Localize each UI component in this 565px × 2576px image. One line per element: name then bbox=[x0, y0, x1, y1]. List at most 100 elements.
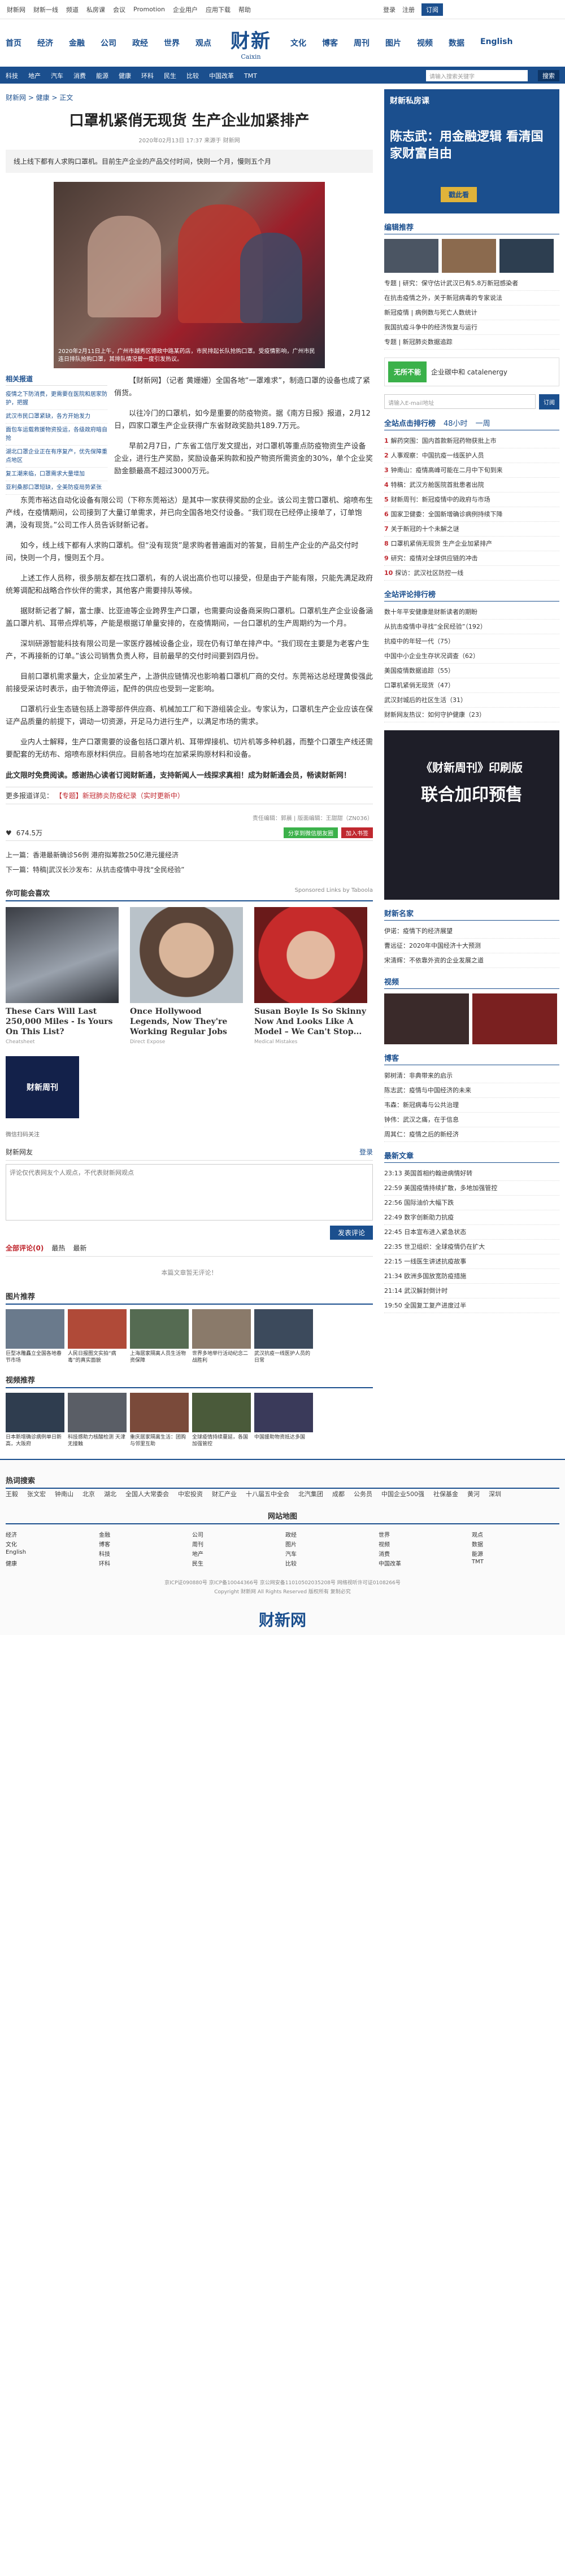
subnav-item[interactable]: 汽车 bbox=[51, 71, 63, 80]
comment-rank-item[interactable]: 抗疫中的年轻一代（75） bbox=[384, 634, 559, 649]
subscribe-button[interactable]: 订阅 bbox=[421, 3, 443, 16]
subnav-item[interactable]: 消费 bbox=[73, 71, 86, 80]
rank-tab[interactable]: 一周 bbox=[476, 417, 490, 428]
latest-item[interactable]: 22:56 国际油价大幅下跌 bbox=[384, 1196, 559, 1210]
ad-card[interactable]: These Cars Will Last 250,000 Miles - Is … bbox=[6, 907, 119, 1045]
nav-item[interactable]: 观点 bbox=[195, 37, 211, 49]
site-logo[interactable]: 财新 Caixin bbox=[217, 23, 285, 63]
columnist-item[interactable]: 伊诺：疫情下的经济展望 bbox=[384, 924, 559, 939]
subnav-item[interactable]: 能源 bbox=[96, 71, 108, 80]
nav-item[interactable]: English bbox=[480, 37, 512, 49]
sitemap-link[interactable]: 环科 bbox=[99, 1559, 186, 1567]
comment-rank-item[interactable]: 美国疫情数据追踪（55） bbox=[384, 664, 559, 678]
hot-word[interactable]: 湖北 bbox=[104, 1489, 116, 1500]
latest-item[interactable]: 22:15 一线医生讲述抗疫故事 bbox=[384, 1254, 559, 1269]
hot-word[interactable]: 全国人大常委会 bbox=[125, 1489, 169, 1500]
latest-item[interactable]: 22:35 世卫组织：全球疫情仍在扩大 bbox=[384, 1240, 559, 1254]
latest-item[interactable]: 21:34 欧洲多国放宽防疫措施 bbox=[384, 1269, 559, 1284]
sitemap-link[interactable]: 经济 bbox=[6, 1530, 93, 1538]
related-item[interactable]: 武汉市民口罩紧缺，各方开始发力 bbox=[6, 410, 107, 424]
sitemap-link[interactable]: 民生 bbox=[192, 1559, 280, 1567]
sitemap-link[interactable]: 金融 bbox=[99, 1530, 186, 1538]
tab-all[interactable]: 全部评论(0) bbox=[6, 1243, 44, 1253]
rank-item[interactable]: 6 国家卫健委：全国新增确诊病例持续下降 bbox=[384, 507, 559, 522]
ad-card[interactable]: Susan Boyle Is So Skinny Now And Looks L… bbox=[254, 907, 367, 1045]
sitemap-link[interactable]: 视频 bbox=[379, 1540, 466, 1548]
top-link-5[interactable]: Promotion bbox=[133, 6, 165, 13]
pick-thumb[interactable] bbox=[384, 239, 438, 273]
register-link[interactable]: 注册 bbox=[402, 5, 415, 14]
blog-item[interactable]: 韦森：新冠病毒与公共治理 bbox=[384, 1098, 559, 1113]
pic-card[interactable]: 世界多地举行活动纪念二战胜利 bbox=[192, 1309, 251, 1364]
breadcrumb[interactable]: 财新网 > 健康 > 正文 bbox=[6, 93, 373, 102]
sitemap-link[interactable]: 消费 bbox=[379, 1549, 466, 1558]
rank-item[interactable]: 5 财新周刊：新冠疫情中的政府与市场 bbox=[384, 492, 559, 507]
blog-item[interactable]: 周其仁：疫情之后的新经济 bbox=[384, 1127, 559, 1142]
top-link-6[interactable]: 企业用户 bbox=[173, 5, 198, 14]
nav-item[interactable]: 文化 bbox=[290, 37, 306, 49]
latest-item[interactable]: 22:45 日本宣布进入紧急状态 bbox=[384, 1225, 559, 1240]
latest-item[interactable]: 19:50 全国复工复产进度过半 bbox=[384, 1298, 559, 1313]
top-link-1[interactable]: 财新一线 bbox=[33, 5, 58, 14]
nav-item[interactable]: 经济 bbox=[37, 37, 53, 49]
search-input[interactable]: 请输入搜索关键字 bbox=[426, 70, 528, 81]
nav-item[interactable]: 数据 bbox=[449, 37, 464, 49]
pick-item[interactable]: 我国抗疫斗争中的经济恢复与运行 bbox=[384, 320, 559, 335]
subnav-item[interactable]: 民生 bbox=[164, 71, 176, 80]
sitemap-link[interactable]: 比较 bbox=[285, 1559, 373, 1567]
login-link[interactable]: 登录 bbox=[383, 5, 395, 14]
video-card[interactable]: 重庆居家隔离生活：团购与邻里互助 bbox=[130, 1393, 189, 1448]
subnav-item[interactable]: 比较 bbox=[186, 71, 199, 80]
blog-item[interactable]: 陈志武：疫情与中国经济的未来 bbox=[384, 1083, 559, 1098]
sitemap-link[interactable]: 图片 bbox=[285, 1540, 373, 1548]
next-article-link[interactable]: 下一篇：特稿|武汉长沙发布：从抗击疫情中寻找“全民经验” bbox=[6, 862, 373, 877]
top-link-0[interactable]: 财新网 bbox=[7, 5, 25, 14]
blog-item[interactable]: 钟伟：武汉之痛，在于信息 bbox=[384, 1113, 559, 1127]
nav-item[interactable]: 周刊 bbox=[354, 37, 370, 49]
hot-word[interactable]: 公务员 bbox=[354, 1489, 372, 1500]
ad-cta-button[interactable]: 戳此看 bbox=[441, 187, 477, 202]
wechat-share-button[interactable]: 分享到微信朋友圈 bbox=[284, 827, 338, 838]
sitemap-link[interactable]: 博客 bbox=[99, 1540, 186, 1548]
comment-rank-item[interactable]: 数十年平安健康是财新读者的期盼 bbox=[384, 605, 559, 620]
columnist-item[interactable]: 宋清辉：不依靠外资的企业发展之道 bbox=[384, 953, 559, 968]
related-item[interactable]: 湖北口罩企业正在有序复产，优先保障重点地区 bbox=[6, 446, 107, 468]
sitemap-link[interactable]: 地产 bbox=[192, 1549, 280, 1558]
sitemap-link[interactable]: 文化 bbox=[6, 1540, 93, 1548]
sitemap-link[interactable]: 数据 bbox=[472, 1540, 559, 1548]
ad-card[interactable]: Once Hollywood Legends, Now They're Work… bbox=[130, 907, 243, 1045]
related-item[interactable]: 复工潮来临，口罩需求大量增加 bbox=[6, 468, 107, 481]
pick-item[interactable]: 在抗击疫情之外，关于新冠病毒的专家说法 bbox=[384, 291, 559, 306]
email-subscribe-button[interactable]: 订阅 bbox=[539, 394, 559, 409]
sitemap-link[interactable]: 观点 bbox=[472, 1530, 559, 1538]
sitemap-link[interactable]: 周刊 bbox=[192, 1540, 280, 1548]
related-item[interactable]: 疫情之下防消费，更需要在医院和居家防护，把握 bbox=[6, 388, 107, 410]
video-card[interactable]: 全球疫情持续蔓延，各国加强管控 bbox=[192, 1393, 251, 1448]
hot-word[interactable]: 中国企业500强 bbox=[381, 1489, 424, 1500]
rank-item[interactable]: 1 解药突围：国内首款新冠药物获批上市 bbox=[384, 434, 559, 448]
prev-article-link[interactable]: 上一篇：香港最新确诊56例 港府拟筹款250亿港元援经济 bbox=[6, 848, 373, 862]
top-link-4[interactable]: 会议 bbox=[113, 5, 125, 14]
top-link-7[interactable]: 应用下载 bbox=[206, 5, 231, 14]
nav-item[interactable]: 图片 bbox=[385, 37, 401, 49]
subnav-item[interactable]: 环科 bbox=[141, 71, 154, 80]
pic-card[interactable]: 巨型冰雕矗立全国各地春节市场 bbox=[6, 1309, 64, 1364]
subnav-item[interactable]: 地产 bbox=[28, 71, 41, 80]
search-button[interactable]: 搜索 bbox=[538, 70, 559, 81]
pick-thumb[interactable] bbox=[442, 239, 496, 273]
columnist-item[interactable]: 曹远征：2020年中国经济十大预测 bbox=[384, 939, 559, 953]
bookmark-button[interactable]: 加入书签 bbox=[341, 827, 373, 838]
nav-item[interactable]: 政经 bbox=[132, 37, 148, 49]
hot-word[interactable]: 成都 bbox=[332, 1489, 345, 1500]
sitemap-link[interactable]: TMT bbox=[472, 1559, 559, 1567]
tab-new[interactable]: 最新 bbox=[73, 1243, 86, 1253]
sitemap-link[interactable]: 汽车 bbox=[285, 1549, 373, 1558]
subnav-item[interactable]: 中国改革 bbox=[209, 71, 234, 80]
rank-tab[interactable]: 48小时 bbox=[444, 417, 468, 428]
rank-item[interactable]: 3 钟南山：疫情高峰可能在二月中下旬到来 bbox=[384, 463, 559, 478]
footer-logo[interactable]: 财新网 bbox=[6, 1608, 559, 1631]
sitemap-link[interactable]: 公司 bbox=[192, 1530, 280, 1538]
latest-item[interactable]: 21:14 武汉解封倒计时 bbox=[384, 1284, 559, 1298]
hot-word[interactable]: 黄河 bbox=[467, 1489, 480, 1500]
sitemap-link[interactable]: 能源 bbox=[472, 1549, 559, 1558]
